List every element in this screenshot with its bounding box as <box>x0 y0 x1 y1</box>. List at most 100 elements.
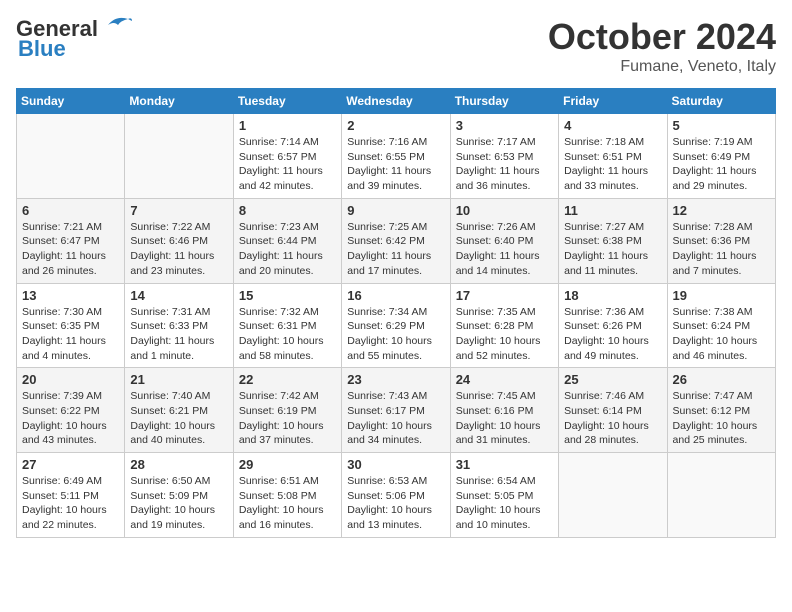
sunset-text: Sunset: 6:26 PM <box>564 319 661 334</box>
daylight-text: Daylight: 11 hours and 42 minutes. <box>239 164 336 193</box>
day-number: 1 <box>239 118 336 133</box>
table-row: 6Sunrise: 7:21 AMSunset: 6:47 PMDaylight… <box>17 198 125 283</box>
table-row: 15Sunrise: 7:32 AMSunset: 6:31 PMDayligh… <box>233 283 341 368</box>
sunset-text: Sunset: 6:14 PM <box>564 404 661 419</box>
table-row: 4Sunrise: 7:18 AMSunset: 6:51 PMDaylight… <box>559 114 667 199</box>
sunrise-text: Sunrise: 7:34 AM <box>347 305 444 320</box>
daylight-text: Daylight: 11 hours and 20 minutes. <box>239 249 336 278</box>
sunset-text: Sunset: 6:19 PM <box>239 404 336 419</box>
day-info: Sunrise: 7:40 AMSunset: 6:21 PMDaylight:… <box>130 389 227 448</box>
sunrise-text: Sunrise: 7:42 AM <box>239 389 336 404</box>
table-row: 3Sunrise: 7:17 AMSunset: 6:53 PMDaylight… <box>450 114 558 199</box>
sunrise-text: Sunrise: 7:21 AM <box>22 220 119 235</box>
sunrise-text: Sunrise: 6:50 AM <box>130 474 227 489</box>
sunrise-text: Sunrise: 7:39 AM <box>22 389 119 404</box>
calendar-week-row: 13Sunrise: 7:30 AMSunset: 6:35 PMDayligh… <box>17 283 776 368</box>
day-number: 21 <box>130 372 227 387</box>
daylight-text: Daylight: 10 hours and 28 minutes. <box>564 419 661 448</box>
day-info: Sunrise: 7:14 AMSunset: 6:57 PMDaylight:… <box>239 135 336 194</box>
day-number: 24 <box>456 372 553 387</box>
daylight-text: Daylight: 11 hours and 4 minutes. <box>22 334 119 363</box>
daylight-text: Daylight: 10 hours and 52 minutes. <box>456 334 553 363</box>
daylight-text: Daylight: 11 hours and 39 minutes. <box>347 164 444 193</box>
table-row <box>559 453 667 538</box>
sunset-text: Sunset: 6:22 PM <box>22 404 119 419</box>
table-row: 17Sunrise: 7:35 AMSunset: 6:28 PMDayligh… <box>450 283 558 368</box>
day-number: 15 <box>239 288 336 303</box>
daylight-text: Daylight: 10 hours and 16 minutes. <box>239 503 336 532</box>
sunrise-text: Sunrise: 6:53 AM <box>347 474 444 489</box>
table-row: 5Sunrise: 7:19 AMSunset: 6:49 PMDaylight… <box>667 114 775 199</box>
table-row: 16Sunrise: 7:34 AMSunset: 6:29 PMDayligh… <box>342 283 450 368</box>
daylight-text: Daylight: 11 hours and 17 minutes. <box>347 249 444 278</box>
table-row <box>125 114 233 199</box>
day-info: Sunrise: 7:31 AMSunset: 6:33 PMDaylight:… <box>130 305 227 364</box>
sunrise-text: Sunrise: 7:45 AM <box>456 389 553 404</box>
col-tuesday: Tuesday <box>233 89 341 114</box>
table-row <box>667 453 775 538</box>
day-info: Sunrise: 6:54 AMSunset: 5:05 PMDaylight:… <box>456 474 553 533</box>
table-row: 9Sunrise: 7:25 AMSunset: 6:42 PMDaylight… <box>342 198 450 283</box>
day-number: 10 <box>456 203 553 218</box>
sunrise-text: Sunrise: 7:23 AM <box>239 220 336 235</box>
table-row: 31 Sunrise: 6:54 AMSunset: 5:05 PMDayligh… <box>450 453 558 538</box>
sunrise-text: Sunrise: 7:16 AM <box>347 135 444 150</box>
day-info: Sunrise: 6:49 AMSunset: 5:11 PMDaylight:… <box>22 474 119 533</box>
col-monday: Monday <box>125 89 233 114</box>
table-row: 25Sunrise: 7:46 AMSunset: 6:14 PMDayligh… <box>559 368 667 453</box>
sunrise-text: Sunrise: 7:35 AM <box>456 305 553 320</box>
sunset-text: Sunset: 6:16 PM <box>456 404 553 419</box>
daylight-text: Daylight: 10 hours and 55 minutes. <box>347 334 444 363</box>
calendar-week-row: 1 Sunrise: 7:14 AMSunset: 6:57 PMDaylight… <box>17 114 776 199</box>
day-info: Sunrise: 7:43 AMSunset: 6:17 PMDaylight:… <box>347 389 444 448</box>
sunset-text: Sunset: 6:29 PM <box>347 319 444 334</box>
sunrise-text: Sunrise: 7:36 AM <box>564 305 661 320</box>
day-info: Sunrise: 7:22 AMSunset: 6:46 PMDaylight:… <box>130 220 227 279</box>
daylight-text: Daylight: 10 hours and 31 minutes. <box>456 419 553 448</box>
table-row: 7Sunrise: 7:22 AMSunset: 6:46 PMDaylight… <box>125 198 233 283</box>
daylight-text: Daylight: 11 hours and 36 minutes. <box>456 164 553 193</box>
day-number: 14 <box>130 288 227 303</box>
day-info: Sunrise: 7:46 AMSunset: 6:14 PMDaylight:… <box>564 389 661 448</box>
col-wednesday: Wednesday <box>342 89 450 114</box>
sunrise-text: Sunrise: 7:22 AM <box>130 220 227 235</box>
sunrise-text: Sunrise: 7:43 AM <box>347 389 444 404</box>
table-row: 21 Sunrise: 7:40 AMSunset: 6:21 PMDayligh… <box>125 368 233 453</box>
day-number: 12 <box>673 203 770 218</box>
title-block: October 2024 Fumane, Veneto, Italy <box>548 16 776 76</box>
daylight-text: Daylight: 10 hours and 10 minutes. <box>456 503 553 532</box>
day-number: 2 <box>347 118 444 133</box>
day-info: Sunrise: 7:21 AMSunset: 6:47 PMDaylight:… <box>22 220 119 279</box>
day-info: Sunrise: 7:42 AMSunset: 6:19 PMDaylight:… <box>239 389 336 448</box>
day-info: Sunrise: 7:38 AMSunset: 6:24 PMDaylight:… <box>673 305 770 364</box>
daylight-text: Daylight: 11 hours and 23 minutes. <box>130 249 227 278</box>
day-number: 22 <box>239 372 336 387</box>
table-row: 29Sunrise: 6:51 AMSunset: 5:08 PMDayligh… <box>233 453 341 538</box>
calendar-week-row: 27Sunrise: 6:49 AMSunset: 5:11 PMDayligh… <box>17 453 776 538</box>
sunrise-text: Sunrise: 7:26 AM <box>456 220 553 235</box>
sunset-text: Sunset: 5:08 PM <box>239 489 336 504</box>
sunrise-text: Sunrise: 7:30 AM <box>22 305 119 320</box>
day-number: 31 <box>456 457 553 472</box>
sunset-text: Sunset: 6:42 PM <box>347 234 444 249</box>
day-info: Sunrise: 7:27 AMSunset: 6:38 PMDaylight:… <box>564 220 661 279</box>
daylight-text: Daylight: 10 hours and 25 minutes. <box>673 419 770 448</box>
sunrise-text: Sunrise: 7:32 AM <box>239 305 336 320</box>
daylight-text: Daylight: 11 hours and 11 minutes. <box>564 249 661 278</box>
day-number: 3 <box>456 118 553 133</box>
sunset-text: Sunset: 5:06 PM <box>347 489 444 504</box>
sunrise-text: Sunrise: 7:17 AM <box>456 135 553 150</box>
sunset-text: Sunset: 6:51 PM <box>564 150 661 165</box>
daylight-text: Daylight: 10 hours and 46 minutes. <box>673 334 770 363</box>
table-row: 12Sunrise: 7:28 AMSunset: 6:36 PMDayligh… <box>667 198 775 283</box>
calendar-table: Sunday Monday Tuesday Wednesday Thursday… <box>16 88 776 538</box>
table-row: 2Sunrise: 7:16 AMSunset: 6:55 PMDaylight… <box>342 114 450 199</box>
month-title: October 2024 <box>548 16 776 58</box>
day-info: Sunrise: 6:53 AMSunset: 5:06 PMDaylight:… <box>347 474 444 533</box>
sunset-text: Sunset: 6:12 PM <box>673 404 770 419</box>
sunset-text: Sunset: 6:28 PM <box>456 319 553 334</box>
sunset-text: Sunset: 6:46 PM <box>130 234 227 249</box>
sunrise-text: Sunrise: 7:38 AM <box>673 305 770 320</box>
sunset-text: Sunset: 6:40 PM <box>456 234 553 249</box>
daylight-text: Daylight: 10 hours and 49 minutes. <box>564 334 661 363</box>
